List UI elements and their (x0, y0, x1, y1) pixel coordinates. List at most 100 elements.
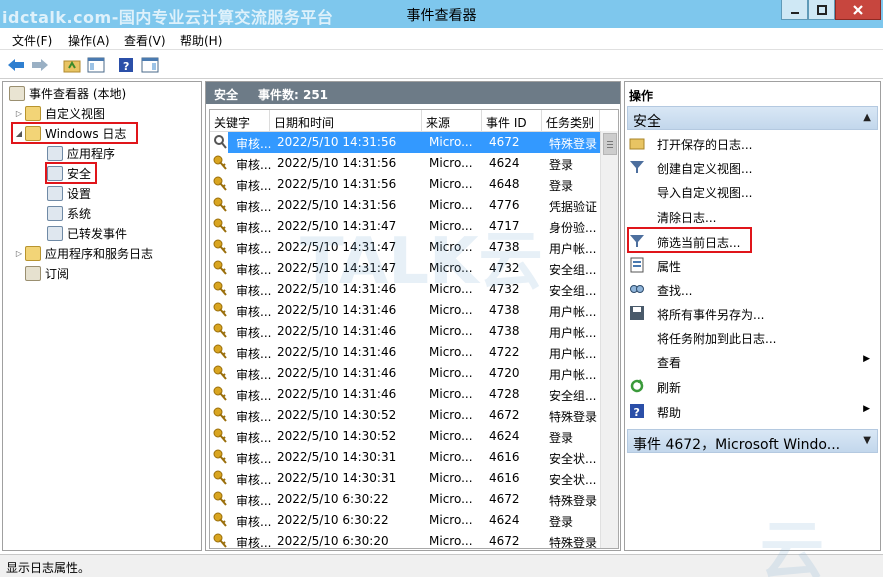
tree-system[interactable]: 系统 (47, 204, 91, 222)
cell-task-category: 安全组... (549, 284, 597, 298)
cell-event-id: 4776 (489, 198, 520, 212)
column-header-task-category[interactable]: 任务类别 (542, 110, 600, 132)
cell-datetime: 2022/5/10 6:30:22 (277, 513, 389, 527)
table-row[interactable]: 审核... 2022/5/10 14:31:46 Micro... 4720 用户帐..… (210, 363, 600, 384)
table-row[interactable]: 审核... 2022/5/10 14:30:31 Micro... 4616 安全状..… (210, 447, 600, 468)
action-help[interactable]: ? 帮助 ▶ (629, 400, 874, 422)
cell-datetime: 2022/5/10 14:31:47 (277, 219, 397, 233)
table-row[interactable]: 审核... 2022/5/10 6:30:20 Micro... 4672 特殊登录 (210, 531, 600, 548)
column-header-source[interactable]: 来源 (422, 110, 482, 132)
console-tree: 事件查看器 (本地) ▷ 自定义视图 ◢ Windows 日志 应用程序 安全 … (2, 81, 202, 551)
maximize-icon (816, 4, 827, 15)
cell-datetime: 2022/5/10 14:31:46 (277, 282, 397, 296)
table-row[interactable]: 审核... 2022/5/10 14:31:46 Micro... 4738 用户帐..… (210, 300, 600, 321)
action-save-all-events-as[interactable]: 将所有事件另存为... (629, 302, 874, 324)
log-icon (47, 225, 63, 241)
table-row[interactable]: 审核... 2022/5/10 14:31:46 Micro... 4728 安全组..… (210, 384, 600, 405)
table-row[interactable]: 审核... 2022/5/10 6:30:22 Micro... 4672 特殊登录 (210, 489, 600, 510)
action-label: 打开保存的日志... (657, 138, 753, 152)
table-row[interactable]: 审核... 2022/5/10 14:31:47 Micro... 4738 用户帐..… (210, 237, 600, 258)
action-create-custom-view[interactable]: 创建自定义视图... (629, 156, 874, 178)
minimize-button[interactable] (781, 0, 808, 20)
collapse-down-icon[interactable]: ▼ (863, 435, 871, 446)
action-refresh[interactable]: 刷新 (629, 375, 874, 397)
table-row[interactable]: 审核... 2022/5/10 14:31:46 Micro... 4722 用户帐..… (210, 342, 600, 363)
collapse-up-icon[interactable]: ▲ (863, 112, 871, 123)
action-open-saved-log[interactable]: 打开保存的日志... (629, 132, 874, 154)
expand-arrow-icon[interactable]: ▷ (13, 249, 25, 258)
tree-system-label: 系统 (67, 206, 92, 221)
table-row[interactable]: 审核... 2022/5/10 14:30:52 Micro... 4624 登录 (210, 426, 600, 447)
help-icon: ? (119, 58, 133, 73)
forward-button[interactable] (30, 55, 50, 75)
action-find[interactable]: 查找... (629, 278, 874, 300)
table-row[interactable]: 审核... 2022/5/10 14:31:47 Micro... 4717 身份验..… (210, 216, 600, 237)
cell-event-id: 4624 (489, 513, 520, 527)
cell-datetime: 2022/5/10 14:31:46 (277, 387, 397, 401)
section-event[interactable]: 事件 4672，Microsoft Windo... ▼ (627, 429, 878, 453)
table-row[interactable]: 审核... 2022/5/10 14:31:47 Micro... 4732 安全组..… (210, 258, 600, 279)
up-folder-button[interactable] (62, 55, 82, 75)
event-grid: 关键字 日期和时间 来源 事件 ID 任务类别 审核... 2022/5/10 1… (209, 109, 619, 549)
table-row[interactable]: 审核... 2022/5/10 14:31:46 Micro... 4732 安全组..… (210, 279, 600, 300)
vertical-scrollbar[interactable] (600, 131, 618, 548)
menu-view[interactable]: 查看(V) (124, 32, 166, 49)
table-row[interactable]: 审核... 2022/5/10 6:30:22 Micro... 4624 登录 (210, 510, 600, 531)
highlight-box (45, 162, 97, 184)
tree-application[interactable]: 应用程序 (47, 144, 115, 162)
cell-keywords: 审核... (236, 221, 272, 235)
cell-task-category: 登录 (549, 158, 574, 172)
column-header-datetime[interactable]: 日期和时间 (270, 110, 422, 132)
cell-keywords: 审核... (236, 137, 272, 151)
table-row[interactable]: 审核... 2022/5/10 14:31:56 Micro... 4672 特殊登录 (210, 132, 600, 153)
highlight-box (11, 122, 138, 144)
menu-action[interactable]: 操作(A) (68, 32, 110, 49)
cell-event-id: 4722 (489, 345, 520, 359)
tree-setup-label: 设置 (67, 186, 92, 201)
scrollbar-thumb[interactable] (603, 133, 617, 155)
cell-source: Micro... (429, 492, 473, 506)
action-clear-log[interactable]: 清除日志... (629, 205, 874, 227)
action-properties[interactable]: 属性 (629, 254, 874, 276)
cell-datetime: 2022/5/10 14:31:56 (277, 135, 397, 149)
submenu-arrow-icon: ▶ (863, 404, 870, 414)
cell-task-category: 安全组... (549, 263, 597, 277)
action-view[interactable]: 查看 ▶ (629, 350, 874, 372)
tree-root[interactable]: 事件查看器 (本地) (9, 84, 126, 102)
tree-apps-services[interactable]: ▷ 应用程序和服务日志 (13, 244, 153, 262)
svg-text:?: ? (634, 406, 640, 419)
table-row[interactable]: 审核... 2022/5/10 14:30:31 Micro... 4616 安全状..… (210, 468, 600, 489)
section-event-label: 事件 4672，Microsoft Windo... (633, 437, 841, 453)
table-row[interactable]: 审核... 2022/5/10 14:31:56 Micro... 4624 登录 (210, 153, 600, 174)
cell-keywords: 审核... (236, 326, 272, 340)
column-header-keywords[interactable]: 关键字 (210, 110, 270, 132)
cell-source: Micro... (429, 135, 473, 149)
folder-up-icon (63, 60, 81, 73)
action-attach-task-to-log[interactable]: 将任务附加到此日志... (629, 326, 874, 348)
action-label: 将任务附加到此日志... (657, 332, 777, 346)
action-label: 帮助 (657, 406, 682, 420)
show-hide-actions-button[interactable] (140, 55, 160, 75)
menu-help[interactable]: 帮助(H) (180, 32, 222, 49)
menu-file[interactable]: 文件(F) (12, 32, 52, 49)
help-toolbar-button[interactable]: ? (116, 55, 136, 75)
section-security[interactable]: 安全 ▲ (627, 106, 878, 130)
tree-forwarded-events[interactable]: 已转发事件 (47, 224, 127, 242)
table-row[interactable]: 审核... 2022/5/10 14:30:52 Micro... 4672 特殊登录 (210, 405, 600, 426)
cell-datetime: 2022/5/10 6:30:22 (277, 492, 389, 506)
tree-subscriptions[interactable]: 订阅 (25, 264, 69, 282)
close-button[interactable] (835, 0, 881, 20)
expand-arrow-icon[interactable]: ▷ (13, 109, 25, 118)
tree-custom-views[interactable]: ▷ 自定义视图 (13, 104, 105, 122)
action-import-custom-view[interactable]: 导入自定义视图... (629, 180, 874, 202)
cell-datetime: 2022/5/10 14:30:52 (277, 429, 397, 443)
table-row[interactable]: 审核... 2022/5/10 14:31:56 Micro... 4648 登录 (210, 174, 600, 195)
column-header-event-id[interactable]: 事件 ID (482, 110, 542, 132)
table-row[interactable]: 审核... 2022/5/10 14:31:46 Micro... 4738 用户帐..… (210, 321, 600, 342)
tree-setup[interactable]: 设置 (47, 184, 91, 202)
table-row[interactable]: 审核... 2022/5/10 14:31:56 Micro... 4776 凭据验证 (210, 195, 600, 216)
key-icon (213, 470, 227, 485)
show-hide-tree-button[interactable] (86, 55, 106, 75)
back-button[interactable] (6, 55, 26, 75)
maximize-button[interactable] (808, 0, 835, 20)
